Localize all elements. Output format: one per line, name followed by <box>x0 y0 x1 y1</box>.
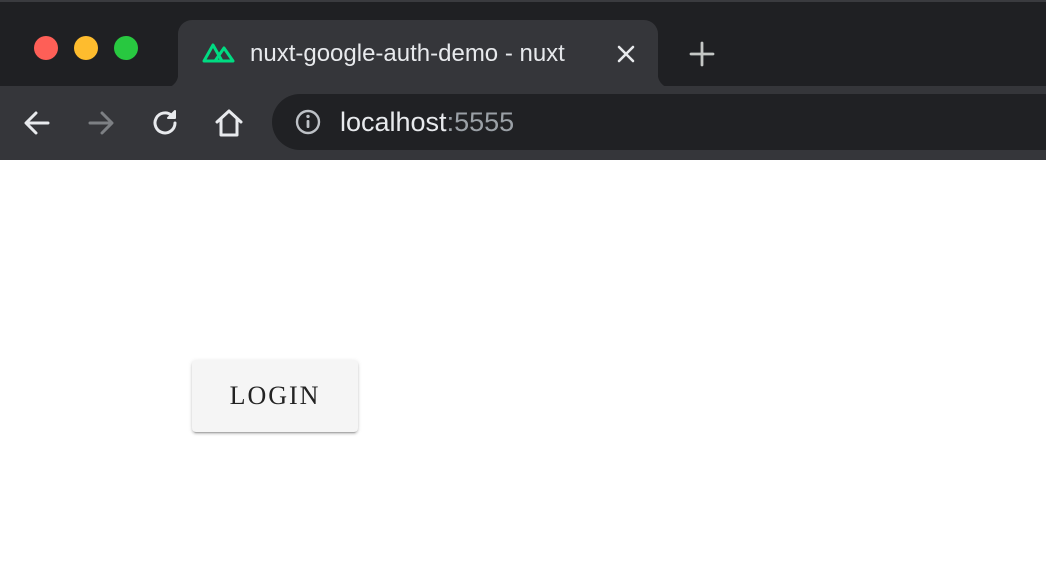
plus-icon[interactable] <box>688 40 716 68</box>
browser-tab-active[interactable]: nuxt-google-auth-demo - nuxt <box>164 20 672 88</box>
minimize-window-button[interactable] <box>74 36 98 60</box>
tab-strip: nuxt-google-auth-demo - nuxt <box>0 0 1046 88</box>
nuxt-logo-icon <box>202 43 235 63</box>
url-host: localhost <box>340 107 447 137</box>
url-text[interactable]: localhost:5555 <box>340 105 514 139</box>
home-icon[interactable] <box>212 106 246 140</box>
maximize-window-button[interactable] <box>114 36 138 60</box>
arrow-left-icon[interactable] <box>20 106 54 140</box>
url-port: :5555 <box>446 107 515 137</box>
page-content: LOGIN <box>0 160 1046 562</box>
address-bar[interactable]: localhost:5555 <box>272 94 1046 150</box>
info-icon[interactable] <box>294 108 322 136</box>
tab-title: nuxt-google-auth-demo - nuxt <box>250 40 565 67</box>
browser-window: nuxt-google-auth-demo - nuxt localhost:5… <box>0 0 1046 562</box>
login-button[interactable]: LOGIN <box>192 360 358 432</box>
close-icon[interactable] <box>614 42 638 66</box>
reload-icon[interactable] <box>148 106 182 140</box>
close-window-button[interactable] <box>34 36 58 60</box>
browser-toolbar: localhost:5555 <box>0 86 1046 160</box>
arrow-right-icon[interactable] <box>84 106 118 140</box>
